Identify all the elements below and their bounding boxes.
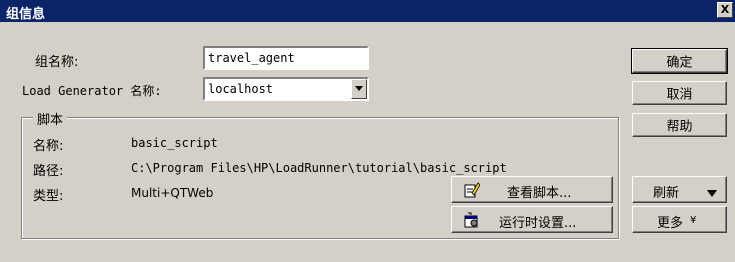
view-script-button[interactable]: 查看脚本... (451, 176, 613, 203)
runtime-settings-label: 运行时设置... (499, 216, 577, 231)
title-bar: 组信息 X (0, 0, 735, 22)
help-button[interactable]: 帮助 (632, 113, 727, 137)
script-name-value: basic_script (131, 136, 218, 150)
ok-button[interactable]: 确定 (631, 48, 728, 74)
group-name-value: travel_agent (208, 51, 295, 65)
more-label: 更多 (657, 216, 684, 231)
script-type-value: Multi+QTWeb (131, 186, 214, 200)
load-generator-label: Load Generator 名称: (22, 84, 162, 98)
triangle-down-icon (707, 186, 717, 201)
refresh-label: 刷新 (653, 186, 680, 201)
cancel-label: 取消 (666, 87, 693, 103)
runtime-settings-button[interactable]: 运行时设置... (451, 206, 613, 233)
load-generator-dropdown[interactable]: localhost (203, 77, 369, 101)
window-title: 组信息 (6, 7, 46, 22)
ok-label: 确定 (666, 55, 693, 71)
script-path-label: 路径: (33, 164, 64, 179)
load-generator-value: localhost (208, 82, 274, 96)
close-icon: X (720, 3, 730, 16)
script-type-label: 类型: (33, 189, 64, 204)
refresh-button[interactable]: 刷新 (632, 176, 727, 203)
chevron-down-icon[interactable] (351, 79, 367, 99)
view-script-label: 查看脚本... (507, 186, 572, 201)
group-name-label: 组名称: (35, 55, 79, 70)
more-button[interactable]: 更多 ¥ (632, 206, 727, 233)
close-button[interactable]: X (717, 2, 733, 18)
script-group-legend: 脚本 (33, 109, 68, 128)
runtime-settings-icon (464, 212, 478, 228)
group-name-input[interactable]: travel_agent (203, 46, 369, 70)
more-arrow-icon: ¥ (690, 215, 697, 226)
help-label: 帮助 (666, 119, 693, 135)
script-name-label: 名称: (33, 139, 64, 154)
cancel-button[interactable]: 取消 (632, 81, 727, 105)
edit-document-icon (464, 182, 480, 198)
script-path-value: C:\Program Files\HP\LoadRunner\tutorial\… (131, 161, 507, 175)
